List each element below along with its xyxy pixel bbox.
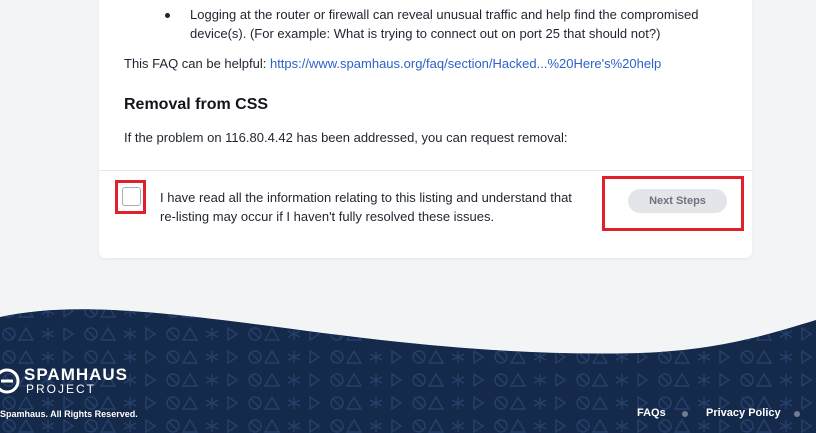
removal-description: If the problem on 116.80.4.42 has been a… xyxy=(124,130,568,145)
copyright: Spamhaus. All Rights Reserved. xyxy=(0,409,138,419)
acknowledge-label[interactable]: I have read all the information relating… xyxy=(160,188,590,226)
bullet-dot xyxy=(165,13,170,18)
footer-link-faqs[interactable]: FAQs xyxy=(637,407,666,419)
separator-dot xyxy=(794,411,800,417)
spamhaus-logo-icon xyxy=(0,368,20,394)
divider xyxy=(99,170,752,171)
bullet-text: Logging at the router or firewall can re… xyxy=(190,7,699,41)
separator-dot xyxy=(682,411,688,417)
acknowledge-checkbox[interactable] xyxy=(122,187,141,206)
footer-link-privacy-policy[interactable]: Privacy Policy xyxy=(706,407,781,419)
next-steps-button[interactable]: Next Steps xyxy=(628,189,727,213)
faq-line: This FAQ can be helpful: https://www.spa… xyxy=(124,55,661,73)
logo-subtitle: PROJECT xyxy=(26,382,97,396)
removal-heading: Removal from CSS xyxy=(124,96,269,113)
faq-prefix: This FAQ can be helpful: xyxy=(124,56,270,71)
faq-link[interactable]: https://www.spamhaus.org/faq/section/Hac… xyxy=(270,56,661,71)
content-card: Logging at the router or firewall can re… xyxy=(99,0,752,258)
